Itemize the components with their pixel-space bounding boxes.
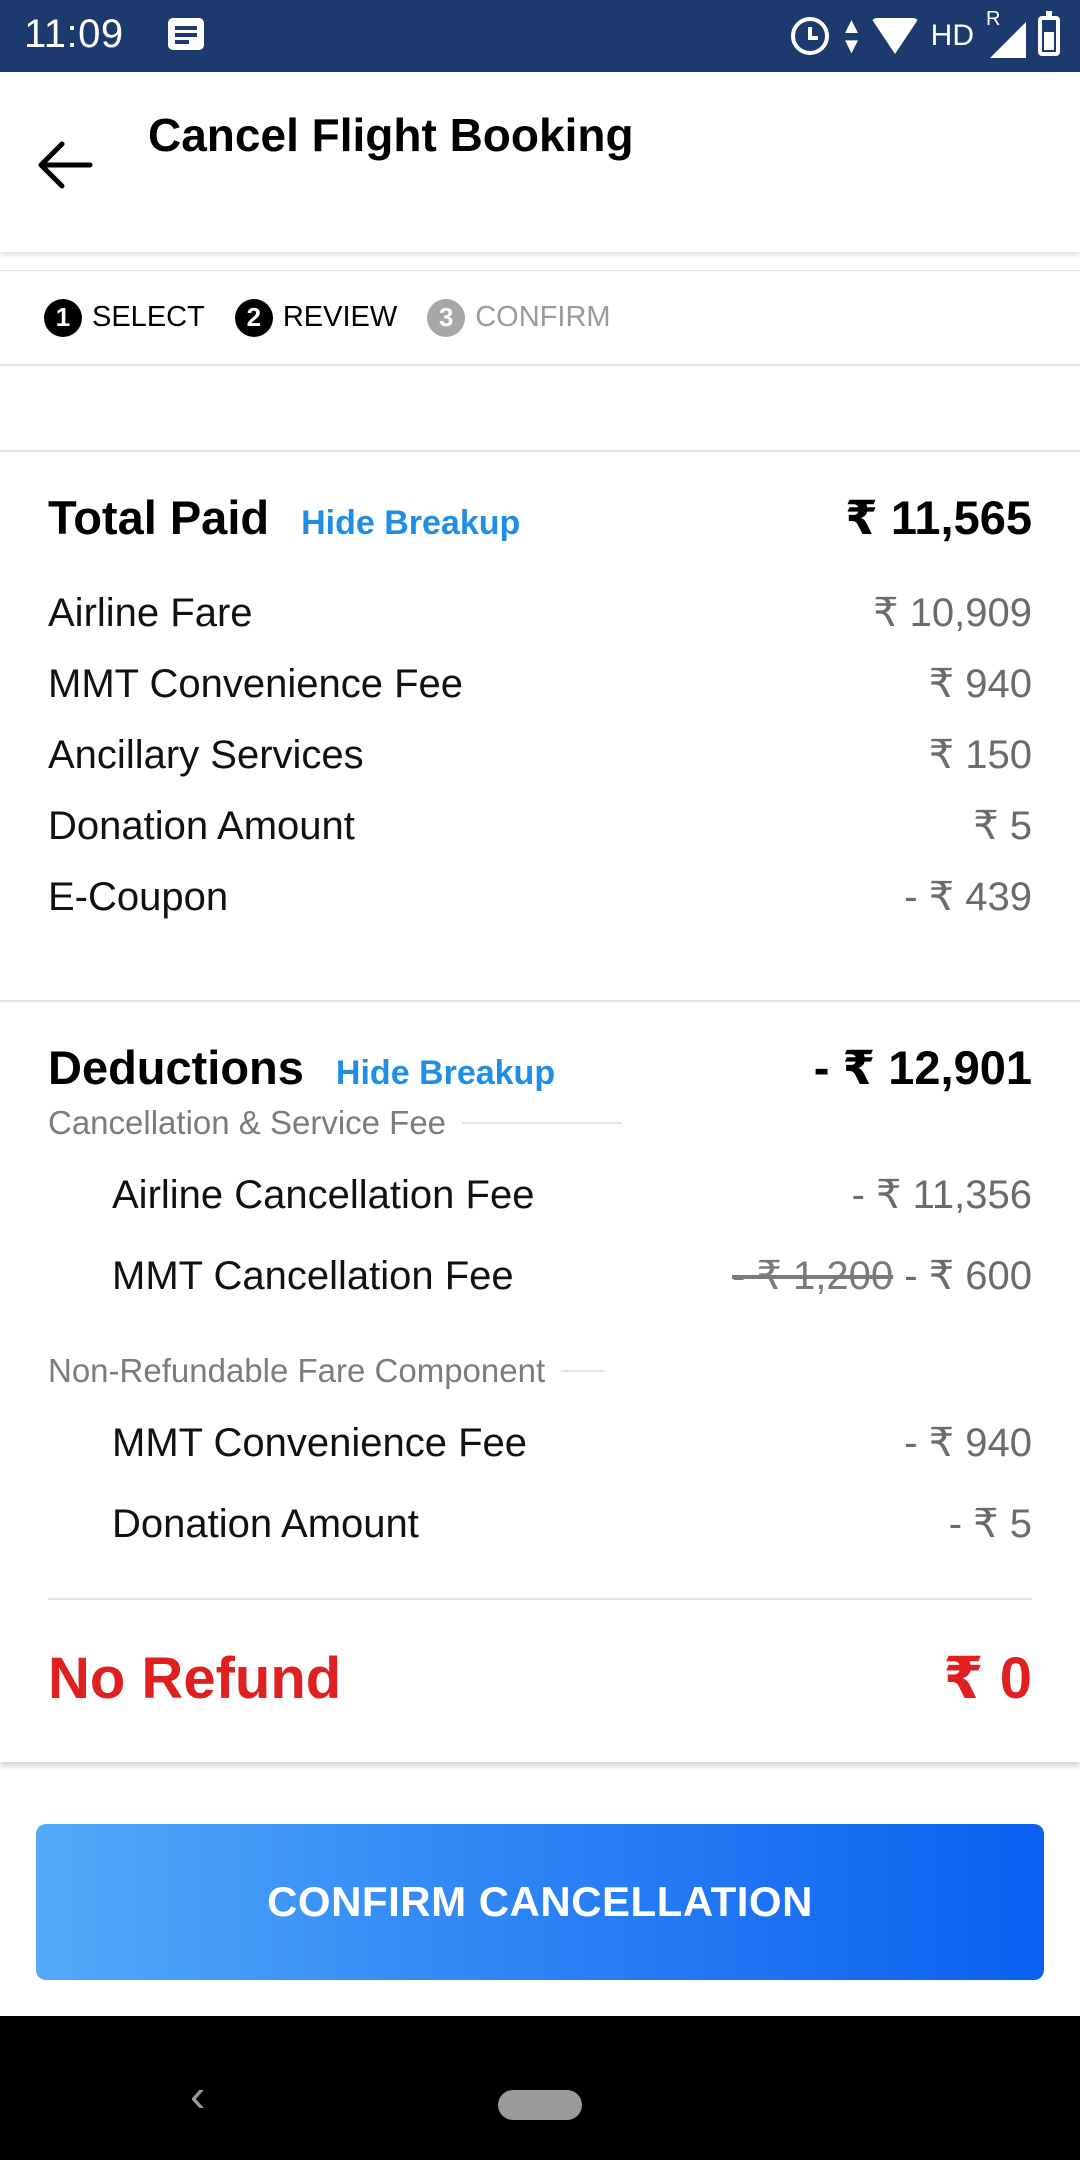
refund-divider [48,1598,1032,1600]
progress-stepper: 1 SELECT 2 REVIEW 3 CONFIRM [0,270,1080,366]
nav-back-icon[interactable]: ‹ [190,2068,205,2122]
list-item: Airline Fare ₹ 10,909 [48,590,1032,636]
step-confirm: 3 CONFIRM [427,298,611,337]
step-label: SELECT [92,301,205,333]
deductions-amount: - ₹ 12,901 [813,1041,1032,1094]
network-hd-label: HD [930,19,974,52]
airline-fare-value: ₹ 10,909 [873,591,1032,635]
step-number: 3 [427,298,466,337]
donation-amount-value: ₹ 5 [973,804,1032,848]
group-rule [462,1122,623,1124]
nr-donation-amount-label: Donation Amount [112,1502,419,1546]
e-coupon-value: - ₹ 439 [904,875,1032,919]
step-number: 1 [44,298,82,337]
convenience-fee-value: ₹ 940 [928,662,1032,706]
airline-cancellation-fee-value: - ₹ 11,356 [851,1173,1032,1217]
ancillary-services-label: Ancillary Services [48,733,364,777]
total-paid-hide-breakup-link[interactable]: Hide Breakup [301,504,520,543]
deductions-title: Deductions [48,1041,304,1094]
nr-convenience-fee-label: MMT Convenience Fee [112,1421,527,1465]
alarm-icon [790,17,829,55]
list-item: Ancillary Services ₹ 150 [48,732,1032,778]
battery-icon [1038,11,1060,56]
airline-fare-label: Airline Fare [48,591,253,635]
list-item: E-Coupon - ₹ 439 [48,874,1032,920]
list-item: Airline Cancellation Fee - ₹ 11,356 [112,1172,1032,1218]
mmt-cancellation-fee-value-wrap: - ₹ 1,200 - ₹ 600 [732,1253,1032,1299]
status-bar: 11:09 ▲ ▼ HD R [0,0,1080,72]
mmt-cancellation-fee-label: MMT Cancellation Fee [112,1254,514,1298]
airline-cancellation-fee-label: Airline Cancellation Fee [112,1173,535,1217]
list-item: Donation Amount ₹ 5 [48,803,1032,849]
step-label: REVIEW [282,301,398,333]
non-refundable-group-label-wrap: Non-Refundable Fare Component [48,1352,606,1390]
step-select: 1 SELECT [44,298,205,337]
deductions-header: Deductions Hide Breakup - ₹ 12,901 [48,1040,1032,1096]
refund-label: No Refund [48,1646,342,1711]
cancellation-group-label-wrap: Cancellation & Service Fee [48,1104,623,1142]
mmt-cancellation-fee-original: - ₹ 1,200 [732,1254,894,1298]
nr-convenience-fee-value: - ₹ 940 [904,1421,1032,1465]
list-item: MMT Convenience Fee - ₹ 940 [112,1420,1032,1466]
step-label: CONFIRM [475,301,611,333]
mmt-cancellation-fee-value: - ₹ 600 [904,1254,1032,1298]
wifi-icon [870,18,919,54]
app-header: Cancel Flight Booking [0,72,1080,252]
non-refundable-group-label: Non-Refundable Fare Component [48,1352,546,1389]
page-title: Cancel Flight Booking [148,109,634,161]
non-refundable-group-header: Non-Refundable Fare Component [48,1352,1032,1390]
status-icons: ▲ ▼ HD R [790,8,1060,62]
back-button[interactable] [32,130,102,200]
section-divider [0,1000,1080,1002]
fare-breakup-card: Total Paid Hide Breakup ₹ 11,565 Airline… [0,450,1080,1762]
refund-amount: ₹ 0 [943,1646,1032,1711]
confirm-cancellation-button[interactable]: CONFIRM CANCELLATION [36,1824,1044,1980]
nr-donation-amount-value: - ₹ 5 [948,1502,1032,1546]
convenience-fee-label: MMT Convenience Fee [48,662,463,706]
cancellation-group-header: Cancellation & Service Fee [48,1104,1032,1142]
list-item: Donation Amount - ₹ 5 [112,1501,1032,1547]
data-transfer-icon: ▲ ▼ [840,13,863,58]
list-item: MMT Cancellation Fee - ₹ 1,200 - ₹ 600 [112,1253,1032,1299]
cancellation-group-label: Cancellation & Service Fee [48,1104,447,1141]
step-number: 2 [234,298,273,337]
step-review: 2 REVIEW [234,298,398,337]
nav-home-icon[interactable] [498,2090,582,2120]
e-coupon-label: E-Coupon [48,875,229,919]
arrow-left-icon [38,141,93,189]
donation-amount-label: Donation Amount [48,804,355,848]
cell-signal-icon: R [986,8,1026,58]
list-item: MMT Convenience Fee ₹ 940 [48,661,1032,707]
system-nav-bar: ‹ [0,2016,1080,2160]
refund-row: No Refund ₹ 0 [48,1644,1032,1712]
total-paid-title: Total Paid [48,491,270,544]
total-paid-header: Total Paid Hide Breakup ₹ 11,565 [48,490,1032,546]
total-paid-amount: ₹ 11,565 [845,491,1032,544]
message-notification-icon [168,18,204,50]
group-rule [561,1370,606,1372]
status-time: 11:09 [24,12,124,56]
deductions-hide-breakup-link[interactable]: Hide Breakup [336,1054,555,1093]
ancillary-services-value: ₹ 150 [928,733,1032,777]
